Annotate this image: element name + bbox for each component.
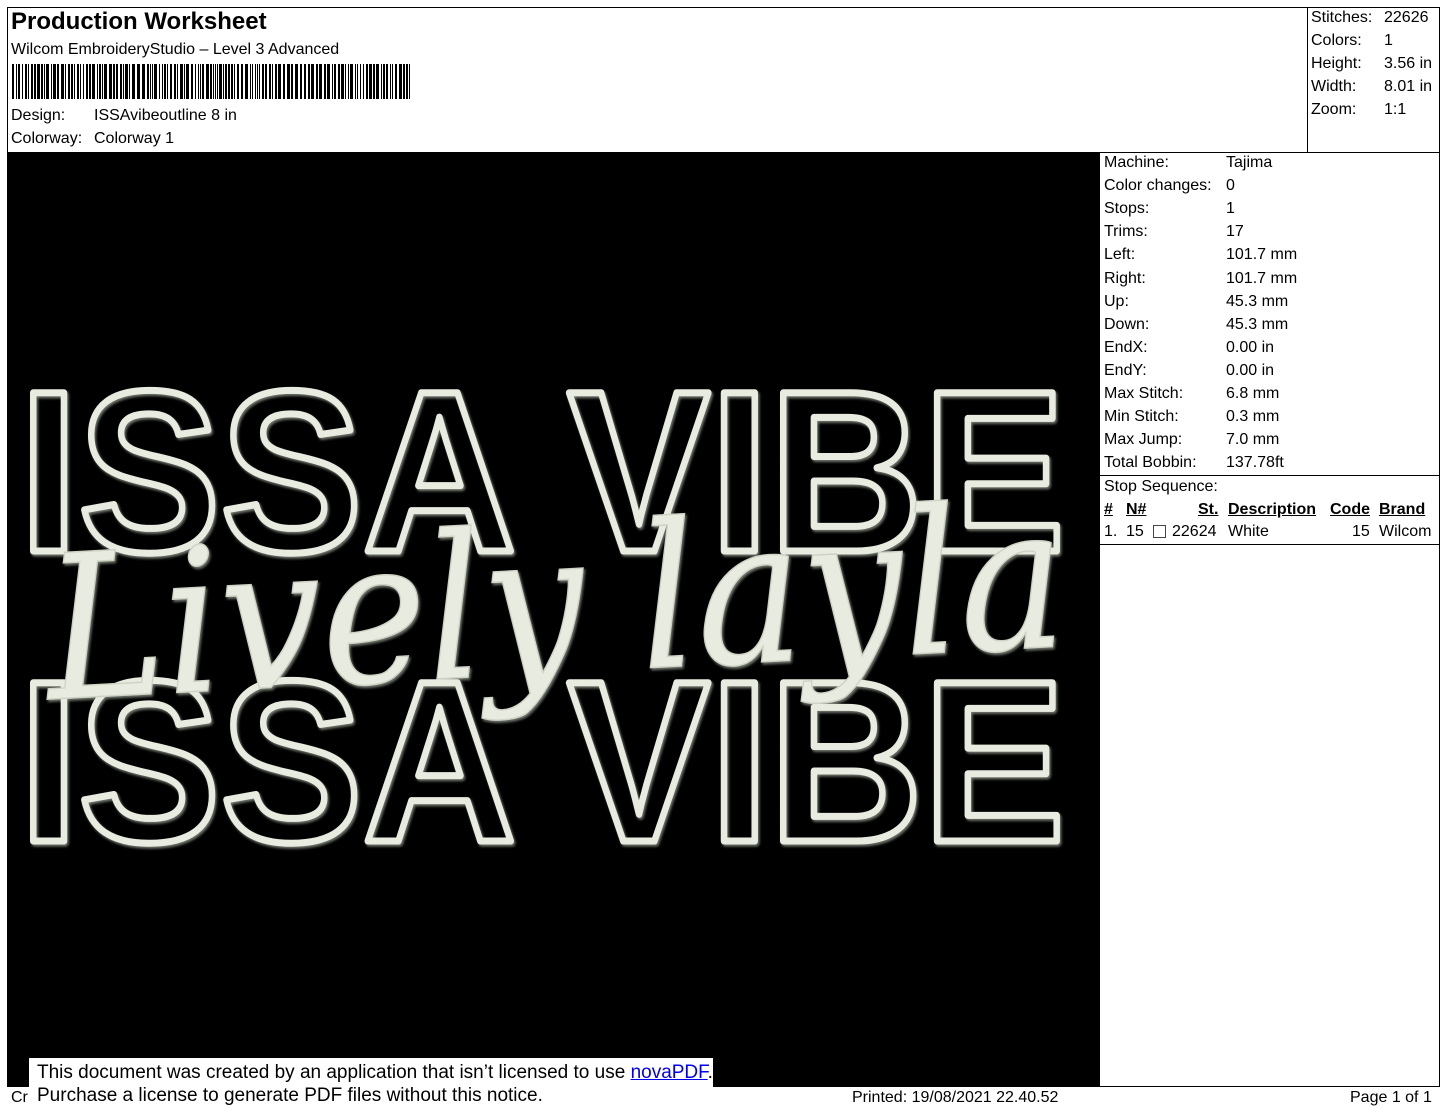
machine-info-label: Stops: xyxy=(1104,200,1150,218)
machine-info-label: Right: xyxy=(1104,269,1146,287)
notice-line-1: This document was created by an applicat… xyxy=(37,1061,713,1084)
machine-info-label: Trims: xyxy=(1104,223,1148,241)
summary-colors-value: 1 xyxy=(1384,32,1393,49)
machine-info-value: 0.00 in xyxy=(1226,338,1275,356)
stop-table-bottom xyxy=(1100,544,1439,545)
machine-info-label: Max Stitch: xyxy=(1104,385,1184,402)
stop-row-num: 1. xyxy=(1104,523,1118,540)
side-divider xyxy=(1099,153,1100,1087)
machine-info-value: 45.3 mm xyxy=(1226,292,1289,310)
notice-line-2: Purchase a license to generate PDF files… xyxy=(37,1085,543,1106)
summary-height-label: Height: xyxy=(1311,55,1362,72)
right-border xyxy=(1439,7,1440,1087)
summary-stitches-value: 22626 xyxy=(1384,9,1429,26)
machine-info-label: EndX: xyxy=(1104,338,1148,356)
stop-col-code: Code xyxy=(1330,501,1370,518)
summary-colors-label: Colors: xyxy=(1311,32,1362,49)
machine-info-value: 0.00 in xyxy=(1226,361,1275,379)
printed-date: Printed: 19/08/2021 22.40.52 xyxy=(852,1089,1059,1106)
stop-row-stitches: 22624 xyxy=(1172,523,1217,540)
design-value: ISSAvibeoutline 8 in xyxy=(94,107,237,124)
machine-info-label: Up: xyxy=(1104,292,1129,310)
machine-info-value: 45.3 mm xyxy=(1226,315,1289,333)
barcode xyxy=(12,64,410,99)
stop-sequence-divider xyxy=(1100,475,1439,476)
machine-info-value: 0.3 mm xyxy=(1226,408,1280,426)
machine-info-value: 1 xyxy=(1226,200,1235,218)
software-name: Wilcom EmbroideryStudio – Level 3 Advanc… xyxy=(11,41,340,58)
machine-info-value: 137.78ft xyxy=(1226,454,1284,472)
stop-row-needle: 15 xyxy=(1126,523,1144,540)
machine-info-label: Down: xyxy=(1104,315,1150,333)
stop-row-description: White xyxy=(1228,523,1269,540)
stop-col-num: # xyxy=(1104,501,1113,518)
stop-row-code: 15 xyxy=(1352,523,1370,540)
machine-info-value: 17 xyxy=(1226,223,1244,241)
colorway-label: Colorway: xyxy=(11,130,83,147)
stop-col-brand: Brand xyxy=(1379,501,1426,518)
machine-info-value: 6.8 mm xyxy=(1226,385,1280,402)
stop-col-description: Description xyxy=(1228,501,1317,518)
footer-left-fragment: Cr xyxy=(11,1089,28,1106)
colorway-value: Colorway 1 xyxy=(94,130,175,147)
stop-row-brand: Wilcom xyxy=(1379,523,1432,540)
machine-info-value: 0 xyxy=(1226,177,1235,195)
summary-width-label: Width: xyxy=(1311,78,1357,95)
stop-sequence-title: Stop Sequence: xyxy=(1104,478,1218,495)
machine-info-label: Left: xyxy=(1104,246,1136,264)
design-label: Design: xyxy=(11,107,66,124)
stop-col-stitches: St. xyxy=(1198,501,1219,518)
machine-info-value: 101.7 mm xyxy=(1226,269,1298,287)
summary-width-value: 8.01 in xyxy=(1384,78,1433,95)
machine-info-value: 7.0 mm xyxy=(1226,431,1280,449)
stop-col-needle: N# xyxy=(1126,501,1147,518)
summary-stitches-label: Stitches: xyxy=(1311,9,1373,26)
novapdf-link[interactable]: novaPDF xyxy=(631,1062,708,1083)
machine-info-label: Min Stitch: xyxy=(1104,408,1179,426)
summary-divider xyxy=(1307,7,1308,153)
machine-info-label: Total Bobbin: xyxy=(1104,454,1197,472)
color-swatch-checkbox xyxy=(1153,524,1166,542)
machine-info-label: Machine: xyxy=(1104,154,1169,171)
notice-line-1-text: This document was created by an applicat… xyxy=(37,1062,631,1083)
page-title: Production Worksheet xyxy=(11,8,267,35)
page-number: Page 1 of 1 xyxy=(1350,1089,1432,1106)
machine-info-label: Max Jump: xyxy=(1104,431,1183,449)
summary-zoom-value: 1:1 xyxy=(1384,101,1407,118)
machine-info-label: EndY: xyxy=(1104,361,1147,379)
summary-height-value: 3.56 in xyxy=(1384,55,1433,72)
summary-zoom-label: Zoom: xyxy=(1311,101,1357,118)
machine-info-label: Color changes: xyxy=(1104,177,1212,195)
design-preview: ISSA VIBE ISSA VIBE Lively layla xyxy=(7,153,1099,1086)
embroidery-art: ISSA VIBE ISSA VIBE Lively layla xyxy=(16,340,1072,894)
notice-line-1-suffix: . xyxy=(707,1062,713,1083)
machine-info-value: 101.7 mm xyxy=(1226,246,1298,264)
machine-info-value: Tajima xyxy=(1226,154,1273,171)
license-notice: This document was created by an applicat… xyxy=(29,1058,713,1117)
